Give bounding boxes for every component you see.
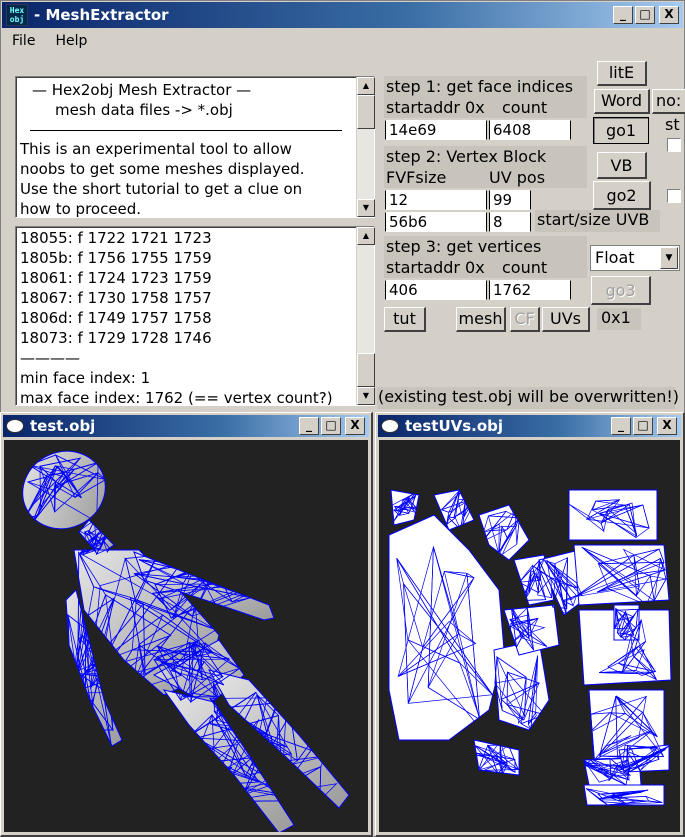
menu-help[interactable]: Help: [45, 33, 97, 49]
step1-count-input[interactable]: 6408: [489, 120, 571, 140]
uv-window-title: testUVs.obj: [405, 417, 504, 435]
minimize-button[interactable]: _: [613, 6, 633, 24]
lite-button[interactable]: litE: [597, 61, 647, 86]
info-divider: [30, 130, 342, 131]
mesh-window-title: test.obj: [30, 417, 96, 435]
go2-button[interactable]: go2: [593, 181, 651, 210]
fvf-size-input[interactable]: 12: [385, 190, 487, 210]
info-heading: — Hex2obj Mesh Extractor —: [32, 81, 252, 99]
minimize-button[interactable]: _: [611, 417, 631, 435]
step2-uvpos-label: UV pos: [489, 168, 546, 187]
log-line: 18073: f 1729 1728 1746: [20, 329, 212, 347]
step1-title: step 1: get face indices: [386, 77, 574, 96]
wire-triangle: [179, 766, 233, 798]
log-line: 1806d: f 1749 1757 1758: [20, 309, 212, 327]
log-line: 18055: f 1722 1721 1723: [20, 229, 212, 247]
minimize-button[interactable]: _: [299, 417, 319, 435]
mesh-button[interactable]: mesh: [456, 307, 506, 332]
info-line: Use the short tutorial to get a clue on: [20, 180, 303, 198]
window-icon: [381, 419, 399, 433]
close-button[interactable]: X: [657, 417, 677, 435]
vb-button[interactable]: VB: [597, 152, 647, 179]
uv-window[interactable]: testUVs.obj _ □ X: [375, 412, 685, 837]
checkbox-2[interactable]: [667, 189, 681, 203]
uv-pos-input[interactable]: 99: [489, 190, 531, 210]
word-button[interactable]: Word: [594, 89, 650, 114]
step2-fvf-label: FVFsize: [386, 168, 447, 187]
go1-button[interactable]: go1: [593, 117, 649, 144]
main-titlebar[interactable]: Hex obj - MeshExtractor _ □ X: [2, 2, 683, 28]
maximize-button[interactable]: □: [321, 417, 341, 435]
no-button[interactable]: no:: [652, 89, 685, 114]
info-line: noobs to get some meshes displayed.: [20, 160, 305, 178]
scroll-thumb[interactable]: [357, 353, 375, 387]
info-scrollbar[interactable]: ▲ ▼: [356, 77, 375, 217]
vertex-type-value: Float: [595, 248, 635, 267]
close-button[interactable]: X: [345, 417, 365, 435]
window-icon: [6, 419, 24, 433]
chevron-down-icon[interactable]: ▼: [660, 247, 678, 269]
close-button[interactable]: X: [659, 6, 679, 24]
step3-count-label: count: [502, 258, 548, 277]
wire-triangle: [287, 671, 346, 715]
uv-render: [388, 489, 672, 806]
log-line: max face index: 1762 (== vertex count?): [20, 389, 333, 405]
log-textbox[interactable]: 18055: f 1722 1721 1723 1805b: f 1756 17…: [15, 226, 375, 406]
app-icon: Hex obj: [6, 4, 28, 26]
uvb-start-input[interactable]: 56b6: [385, 212, 487, 232]
mesh-window[interactable]: test.obj _ □ X: [0, 412, 373, 837]
mesh-render: [22, 450, 350, 832]
info-line: This is an experimental tool to allow: [20, 140, 292, 158]
scroll-thumb[interactable]: [357, 95, 375, 129]
step3-title: step 3: get vertices: [386, 237, 542, 256]
info-line: how to proceed.: [20, 200, 142, 217]
go3-button[interactable]: go3: [591, 276, 651, 305]
log-line: 1805b: f 1756 1755 1759: [20, 249, 212, 267]
scroll-down-arrow-icon[interactable]: ▼: [357, 199, 375, 217]
step3-addr-input[interactable]: 406: [385, 280, 487, 300]
uv-window-titlebar[interactable]: testUVs.obj _ □ X: [378, 415, 681, 437]
cf-button[interactable]: CF: [510, 307, 540, 332]
step3-addr-label: startaddr 0x: [386, 258, 485, 277]
hex-value-display: 0x1: [597, 308, 641, 330]
mesh-viewport[interactable]: [4, 440, 368, 832]
step1-addr-label: startaddr 0x: [386, 98, 485, 117]
log-line: 18061: f 1724 1723 1759: [20, 269, 212, 287]
step2-title: step 2: Vertex Block: [386, 147, 547, 166]
step3-count-input[interactable]: 1762: [489, 280, 571, 300]
mesh-window-titlebar[interactable]: test.obj _ □ X: [3, 415, 369, 437]
st-label: st: [665, 115, 680, 134]
uv-viewport[interactable]: [379, 440, 680, 832]
menu-file[interactable]: File: [2, 33, 45, 49]
info-subheading: mesh data files -> *.obj: [55, 101, 233, 119]
maximize-button[interactable]: □: [633, 417, 653, 435]
step1-addr-input[interactable]: 14e69: [385, 120, 487, 140]
scroll-up-arrow-icon[interactable]: ▲: [357, 77, 375, 95]
uvs-button[interactable]: UVs: [542, 307, 590, 332]
log-separator: ————: [20, 349, 80, 367]
tut-button[interactable]: tut: [384, 307, 426, 332]
maximize-button[interactable]: □: [635, 6, 655, 24]
vertex-type-select[interactable]: Float ▼: [590, 245, 680, 271]
log-line: 18067: f 1730 1758 1757: [20, 289, 212, 307]
menubar: File Help: [2, 30, 683, 52]
checkbox-1[interactable]: [667, 138, 681, 152]
scroll-up-arrow-icon[interactable]: ▲: [357, 227, 375, 245]
status-text: (existing test.obj will be overwritten!): [377, 387, 679, 409]
log-scrollbar[interactable]: ▲ ▼: [356, 227, 375, 405]
wire-triangle: [179, 766, 233, 798]
scroll-down-arrow-icon[interactable]: ▼: [357, 387, 375, 405]
uvb-label: start/size UVB: [535, 210, 660, 232]
log-line: min face index: 1: [20, 369, 151, 387]
step1-count-label: count: [502, 98, 548, 117]
info-textbox[interactable]: — Hex2obj Mesh Extractor — mesh data fil…: [15, 76, 375, 218]
uvb-size-input[interactable]: 8: [489, 212, 531, 232]
window-title: - MeshExtractor: [34, 6, 169, 24]
